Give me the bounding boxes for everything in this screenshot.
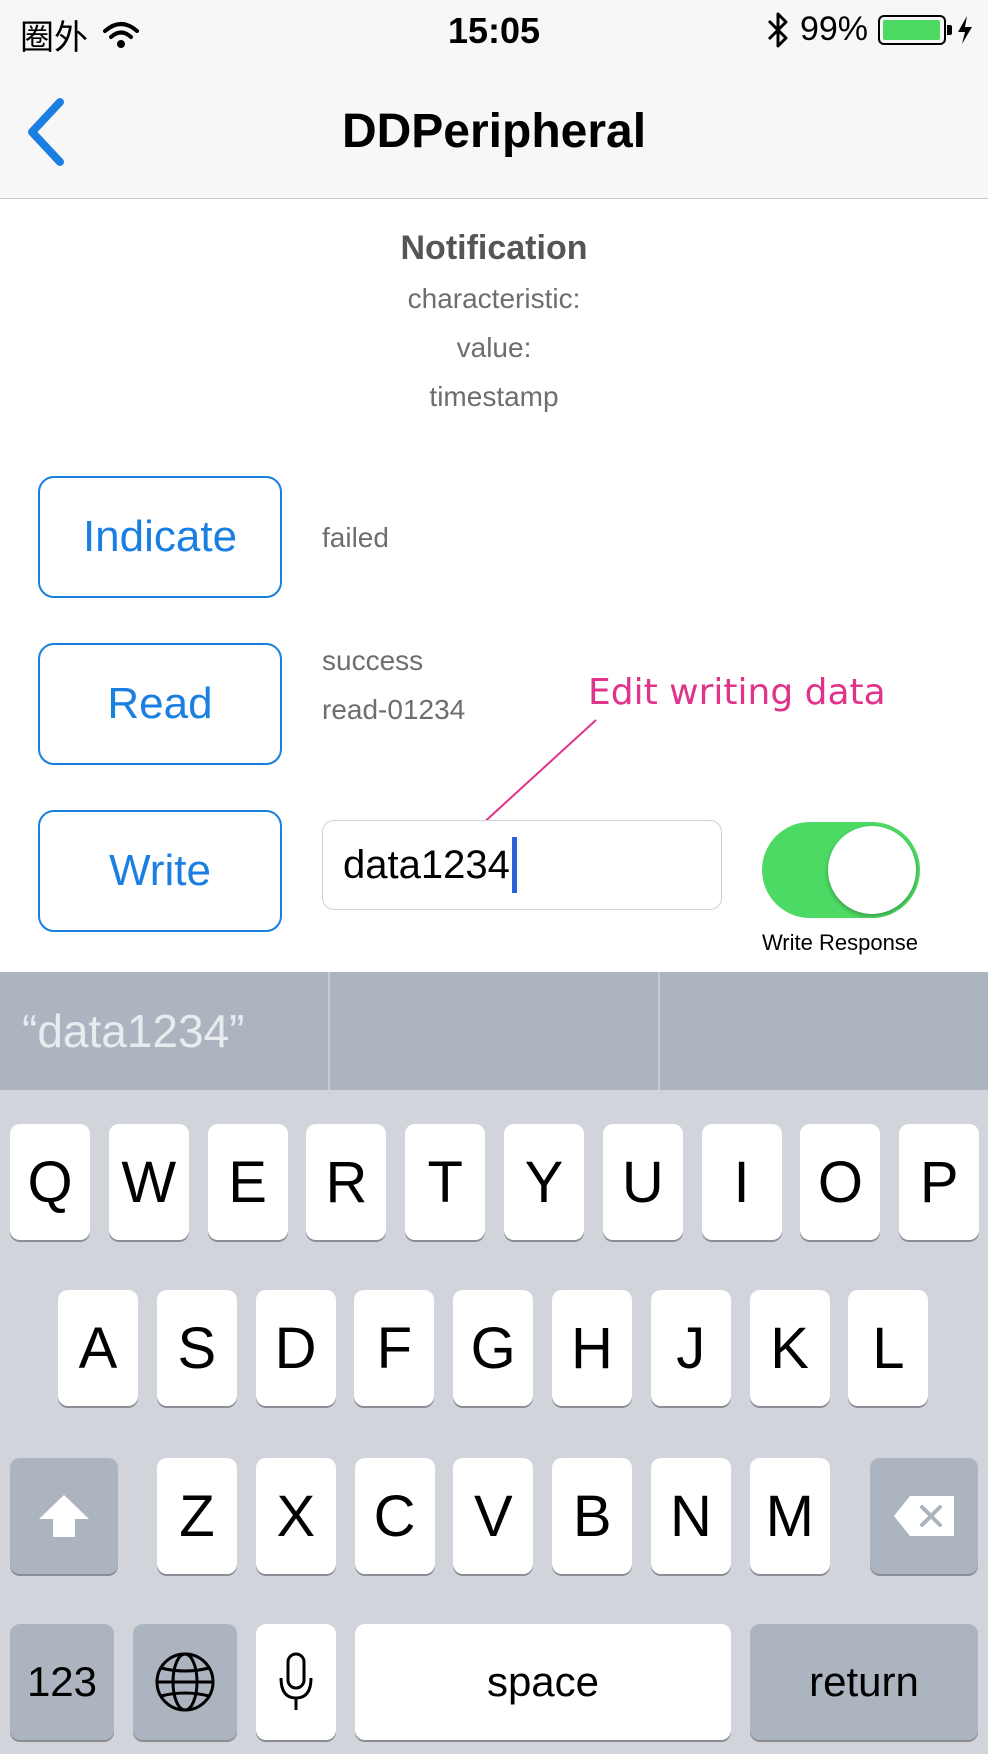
key-j[interactable]: J (650, 1290, 731, 1406)
numbers-key[interactable]: 123 (10, 1624, 114, 1740)
key-a[interactable]: A (58, 1290, 138, 1406)
read-result-value: read-01234 (322, 694, 466, 725)
bluetooth-icon (767, 12, 788, 47)
indicate-result: failed (322, 522, 389, 553)
key-d[interactable]: D (255, 1290, 336, 1406)
shift-key[interactable] (10, 1458, 118, 1574)
notification-characteristic: characteristic: (407, 283, 581, 314)
prediction-suggestion[interactable]: “data1234” (0, 972, 330, 1090)
battery-level (883, 19, 940, 40)
key-k[interactable]: K (749, 1290, 830, 1406)
indicate-button[interactable]: Indicate (38, 476, 282, 598)
key-q[interactable]: Q (10, 1124, 90, 1240)
dictation-key[interactable] (256, 1624, 336, 1740)
microphone-icon (279, 1652, 313, 1710)
predictive-text-bar: “data1234” (0, 972, 988, 1090)
text-caret (511, 837, 517, 893)
key-f[interactable]: F (354, 1290, 435, 1406)
key-t[interactable]: T (405, 1124, 486, 1240)
status-bar: 圈外 15:05 99% (0, 0, 988, 64)
key-p[interactable]: P (899, 1124, 980, 1240)
key-r[interactable]: R (306, 1124, 387, 1240)
return-key[interactable]: return (750, 1624, 978, 1740)
write-response-label: Write Response (761, 930, 919, 955)
write-data-input[interactable]: data1234 (322, 820, 722, 910)
key-x[interactable]: X (255, 1458, 336, 1574)
write-button[interactable]: Write (38, 810, 282, 932)
key-i[interactable]: I (701, 1124, 782, 1240)
key-v[interactable]: V (453, 1458, 534, 1574)
globe-key[interactable] (133, 1624, 237, 1740)
write-data-value: data1234 (343, 842, 510, 887)
battery-tip (947, 24, 952, 35)
navigation-bar: DDPeripheral (0, 64, 988, 199)
key-s[interactable]: S (156, 1290, 237, 1406)
key-y[interactable]: Y (504, 1124, 584, 1240)
write-response-toggle[interactable] (762, 822, 920, 918)
notification-timestamp: timestamp (429, 381, 559, 412)
key-b[interactable]: B (552, 1458, 633, 1574)
globe-icon (155, 1652, 215, 1712)
delete-key[interactable] (870, 1458, 978, 1574)
annotation-label: Edit writing data (588, 672, 886, 713)
prediction-suggestion[interactable] (330, 972, 660, 1090)
read-button[interactable]: Read (38, 643, 282, 765)
key-o[interactable]: O (800, 1124, 881, 1240)
battery-icon (878, 14, 952, 45)
notification-section: Notification characteristic: value: time… (0, 222, 988, 421)
key-u[interactable]: U (602, 1124, 683, 1240)
key-z[interactable]: Z (157, 1458, 237, 1574)
page-title: DDPeripheral (341, 105, 647, 158)
charging-icon (958, 15, 972, 44)
keyboard: 123 space return QWERTYUIOP ASDFGHJKL ZXCV… (0, 1090, 988, 1754)
key-e[interactable]: E (207, 1124, 288, 1240)
key-c[interactable]: C (354, 1458, 435, 1574)
delete-icon (894, 1496, 954, 1536)
prediction-suggestion[interactable] (660, 972, 988, 1090)
key-m[interactable]: M (749, 1458, 830, 1574)
notification-value: value: (456, 332, 532, 363)
status-right: 99% (766, 10, 974, 49)
battery-percent: 99% (799, 10, 868, 48)
shift-icon (39, 1495, 89, 1537)
toggle-knob (828, 826, 916, 914)
read-result-status: success (322, 645, 424, 676)
notification-title: Notification (400, 229, 588, 267)
key-h[interactable]: H (552, 1290, 632, 1406)
key-g[interactable]: G (453, 1290, 534, 1406)
key-l[interactable]: L (848, 1290, 929, 1406)
key-n[interactable]: N (651, 1458, 731, 1574)
key-w[interactable]: W (108, 1124, 189, 1240)
space-key[interactable]: space (355, 1624, 731, 1740)
